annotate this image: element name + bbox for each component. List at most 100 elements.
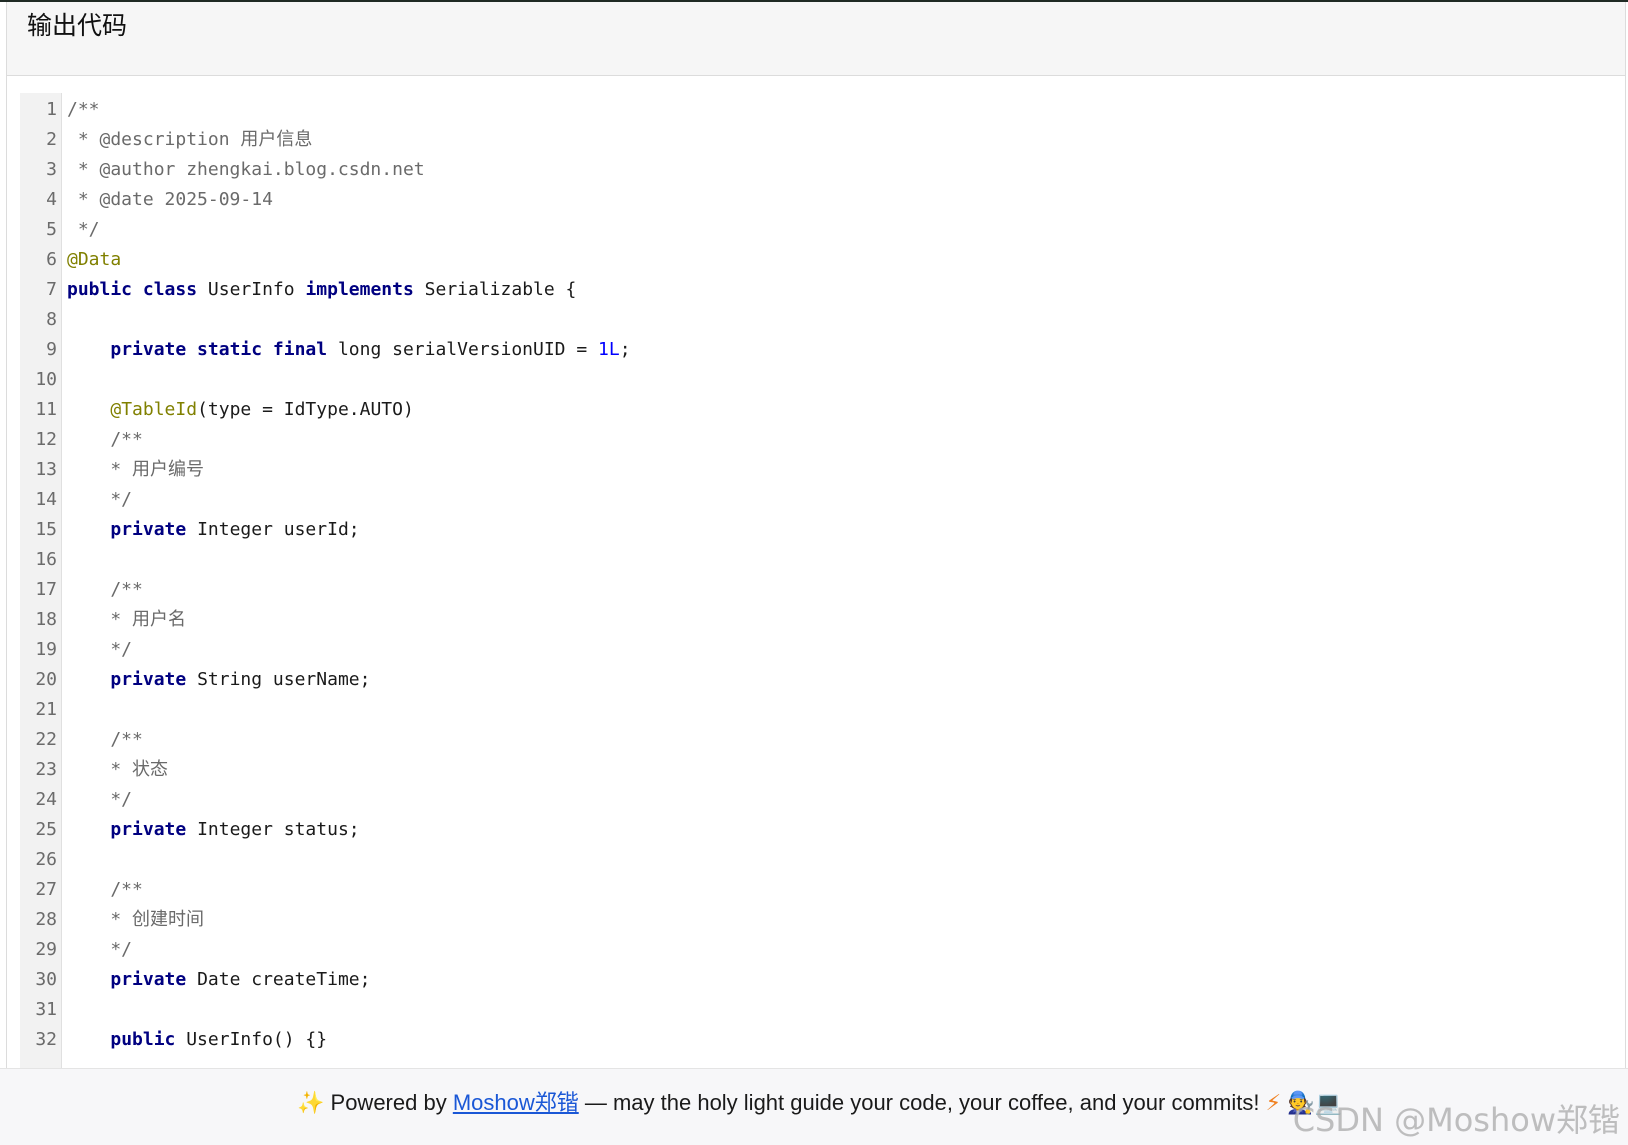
code-token-comment: */ xyxy=(67,939,133,960)
code-token-comment: /** xyxy=(67,729,143,750)
code-token-plain: long serialVersionUID = xyxy=(337,339,599,360)
code-token-comment: /** xyxy=(67,429,143,450)
line-number: 12 xyxy=(35,429,57,450)
code-line: 19 */ xyxy=(20,635,1610,665)
code-text: * @author zhengkai.blog.csdn.net xyxy=(61,155,425,185)
code-token-annotation: @Data xyxy=(67,249,122,270)
line-number: 20 xyxy=(35,669,57,690)
code-token-comment: * 用户名 xyxy=(67,609,187,630)
code-token-keyword: private xyxy=(110,669,198,690)
line-number: 17 xyxy=(35,579,57,600)
code-text: private String userName; xyxy=(61,665,370,695)
code-text: /** xyxy=(61,575,143,605)
code-token-comment: * @description 用户信息 xyxy=(67,129,313,150)
line-number: 23 xyxy=(35,759,57,780)
code-line: 23 * 状态 xyxy=(20,755,1610,785)
code-line: 13 * 用户编号 xyxy=(20,455,1610,485)
code-text: /** xyxy=(61,725,143,755)
code-token-comment: * 状态 xyxy=(67,759,169,780)
code-line: 4 * @date 2025-09-14 xyxy=(20,185,1610,215)
footer-prefix: Powered by xyxy=(324,1090,453,1115)
code-token-plain: Serializable { xyxy=(424,279,577,300)
code-text: @Data xyxy=(61,245,121,275)
line-number: 11 xyxy=(35,399,57,420)
code-token-plain: UserInfo xyxy=(207,279,306,300)
code-line: 24 */ xyxy=(20,785,1610,815)
code-text: private Integer userId; xyxy=(61,515,359,545)
code-token-keyword: implements xyxy=(305,279,425,300)
code-line: 12 /** xyxy=(20,425,1610,455)
sparkle-icon: ✨ xyxy=(297,1091,325,1116)
code-text: private static final long serialVersionU… xyxy=(61,335,630,365)
line-number: 31 xyxy=(35,999,57,1020)
code-token-plain: (type = IdType.AUTO) xyxy=(197,399,414,420)
code-text: private Date createTime; xyxy=(61,965,370,995)
code-token-keyword: public xyxy=(110,1029,187,1050)
code-token-plain: Date createTime; xyxy=(197,969,371,990)
line-number: 7 xyxy=(46,279,57,300)
line-number: 14 xyxy=(35,489,57,510)
code-text: */ xyxy=(61,485,132,515)
code-text: /** xyxy=(61,95,100,125)
line-number: 1 xyxy=(46,99,57,120)
code-text: */ xyxy=(61,935,132,965)
line-number: 22 xyxy=(35,729,57,750)
code-line: 26 xyxy=(20,845,1610,875)
code-token-keyword: private static final xyxy=(110,339,338,360)
code-token-annotation: @TableId xyxy=(110,399,198,420)
line-number: 25 xyxy=(35,819,57,840)
code-line: 14 */ xyxy=(20,485,1610,515)
code-text: * 用户名 xyxy=(61,605,186,635)
line-number: 10 xyxy=(35,369,57,390)
footer-suffix: — may the holy light guide your code, yo… xyxy=(578,1090,1266,1115)
author-link[interactable]: Moshow郑锴 xyxy=(453,1090,579,1115)
footer-text: ✨ Powered by Moshow郑锴 — may the holy lig… xyxy=(297,1086,1342,1121)
code-token-comment: /** xyxy=(67,879,143,900)
code-lines: 1/** 2 * @description 用户信息 3 * @author zhe… xyxy=(20,95,1610,1055)
code-text: /** xyxy=(61,875,143,905)
code-line: 25 private Integer status; xyxy=(20,815,1610,845)
code-line: 3 * @author zhengkai.blog.csdn.net xyxy=(20,155,1610,185)
code-line: 10 xyxy=(20,365,1610,395)
code-line: 17 /** xyxy=(20,575,1610,605)
code-token-comment: */ xyxy=(67,219,100,240)
line-number: 13 xyxy=(35,459,57,480)
code-token-comment: */ xyxy=(67,639,133,660)
code-text: @TableId(type = IdType.AUTO) xyxy=(61,395,414,425)
code-token-comment: /** xyxy=(67,579,143,600)
line-number: 21 xyxy=(35,699,57,720)
code-line: 31 xyxy=(20,995,1610,1025)
code-token-comment: */ xyxy=(67,489,133,510)
code-line: 20 private String userName; xyxy=(20,665,1610,695)
code-token-comment: * 用户编号 xyxy=(67,459,205,480)
code-line: 18 * 用户名 xyxy=(20,605,1610,635)
line-number: 18 xyxy=(35,609,57,630)
line-number: 29 xyxy=(35,939,57,960)
code-token-keyword: private xyxy=(110,969,198,990)
code-token-comment: * 创建时间 xyxy=(67,909,205,930)
code-text: */ xyxy=(61,785,132,815)
code-text: * @date 2025-09-14 xyxy=(61,185,273,215)
code-viewer[interactable]: 1/** 2 * @description 用户信息 3 * @author zhe… xyxy=(20,93,1610,1068)
watermark: CSDN @Moshow郑锴 xyxy=(1292,1101,1620,1139)
line-number: 24 xyxy=(35,789,57,810)
code-line: 27 /** xyxy=(20,875,1610,905)
code-line: 28 * 创建时间 xyxy=(20,905,1610,935)
code-line: 8 xyxy=(20,305,1610,335)
code-text: public UserInfo() {} xyxy=(61,1025,327,1055)
line-number: 27 xyxy=(35,879,57,900)
lightning-icon: ⚡ xyxy=(1265,1091,1282,1116)
code-line: 16 xyxy=(20,545,1610,575)
code-line: 9 private static final long serialVersio… xyxy=(20,335,1610,365)
code-text: */ xyxy=(61,215,100,245)
code-line: 7 public class UserInfo implements Serial… xyxy=(20,275,1610,305)
code-line: 30 private Date createTime; xyxy=(20,965,1610,995)
